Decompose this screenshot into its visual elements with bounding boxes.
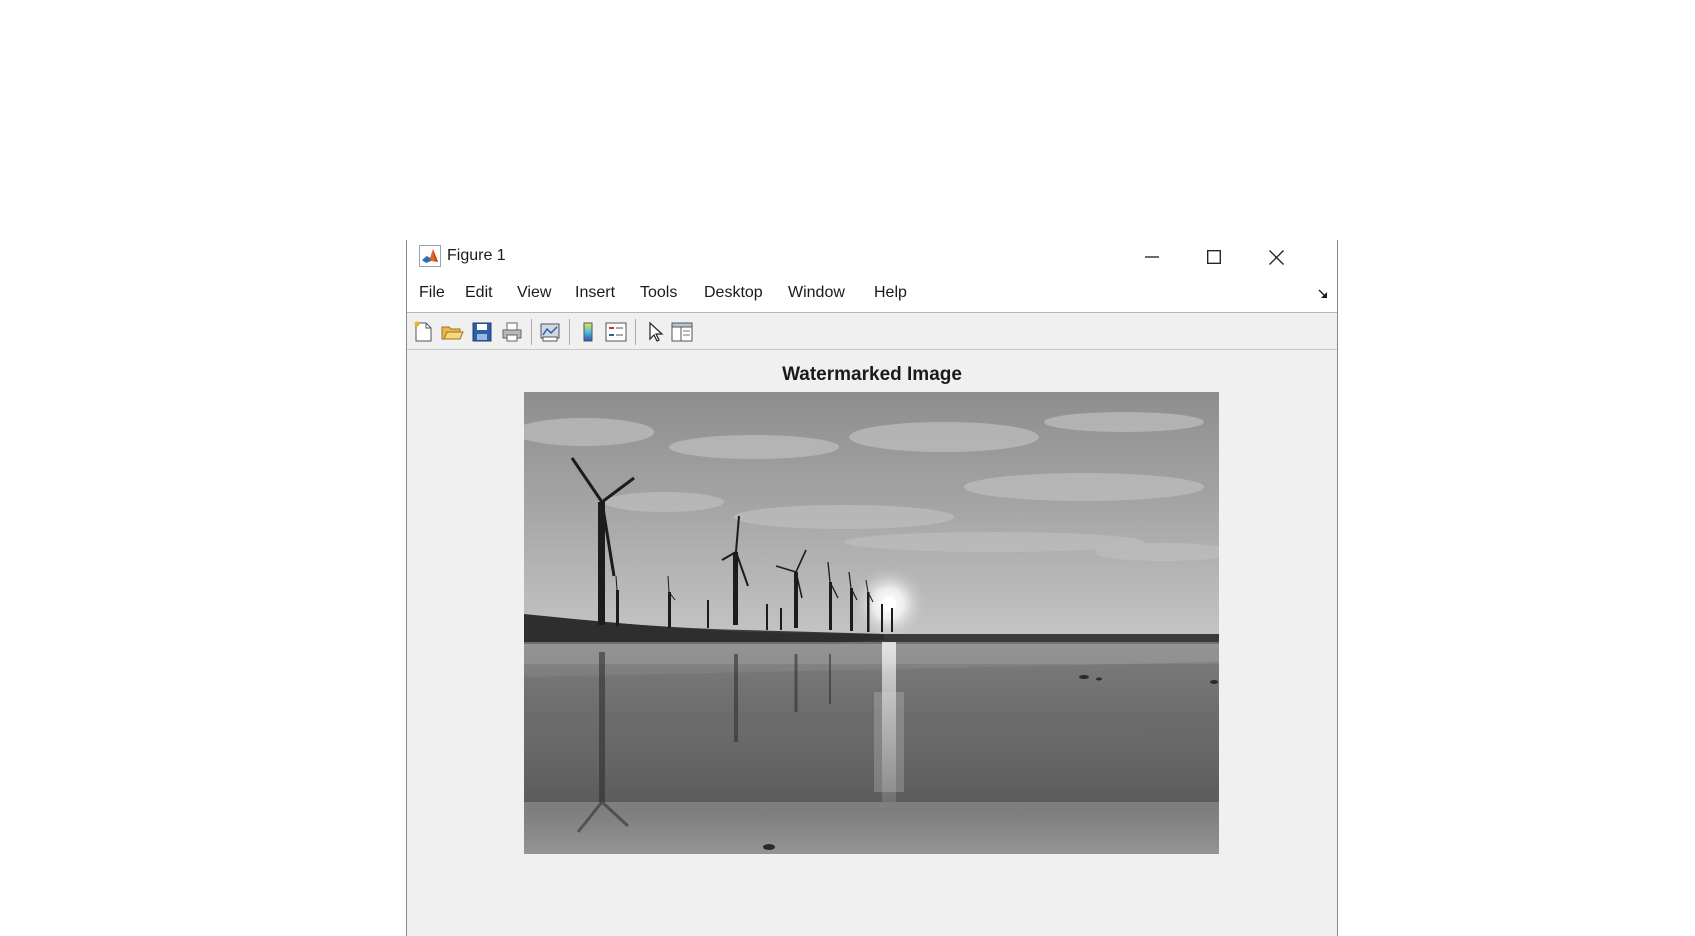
axes-title: Watermarked Image xyxy=(782,364,962,385)
menu-window[interactable]: Window xyxy=(788,284,845,302)
dock-figure-icon[interactable] xyxy=(1317,288,1329,300)
new-figure-icon[interactable] xyxy=(411,320,435,344)
menu-edit[interactable]: Edit xyxy=(465,284,493,302)
title-bar[interactable]: Figure 1 xyxy=(407,240,1337,276)
menu-insert[interactable]: Insert xyxy=(575,284,615,302)
property-inspector-icon[interactable] xyxy=(670,320,694,344)
menu-desktop[interactable]: Desktop xyxy=(704,284,763,302)
insert-colorbar-icon[interactable] xyxy=(576,320,600,344)
print-icon[interactable] xyxy=(500,320,524,344)
matlab-logo-icon xyxy=(419,245,441,267)
maximize-icon xyxy=(1207,250,1221,264)
menu-file[interactable]: File xyxy=(419,284,445,302)
menu-bar: File Edit View Insert Tools Desktop Wind… xyxy=(407,276,1337,313)
open-file-icon[interactable] xyxy=(440,320,464,344)
toolbar-separator xyxy=(569,319,570,345)
menu-help[interactable]: Help xyxy=(874,284,907,302)
watermarked-image[interactable] xyxy=(524,392,1219,854)
wind-farm-photo xyxy=(524,392,1219,854)
save-icon[interactable] xyxy=(470,320,494,344)
menu-view[interactable]: View xyxy=(517,284,551,302)
link-plot-icon[interactable] xyxy=(538,320,562,344)
minimize-icon xyxy=(1145,256,1159,258)
toolbar-separator xyxy=(531,319,532,345)
close-button[interactable] xyxy=(1246,240,1306,274)
maximize-button[interactable] xyxy=(1184,240,1244,274)
toolbar-separator xyxy=(635,319,636,345)
figure-window: Figure 1 File Edit View Insert Tools Des… xyxy=(406,240,1338,936)
insert-legend-icon[interactable] xyxy=(604,320,628,344)
window-title: Figure 1 xyxy=(447,247,506,264)
figure-canvas[interactable]: Watermarked Image xyxy=(407,350,1337,936)
close-icon xyxy=(1268,249,1284,265)
menu-tools[interactable]: Tools xyxy=(640,284,677,302)
figure-toolbar xyxy=(407,313,1337,350)
minimize-button[interactable] xyxy=(1122,240,1182,274)
edit-plot-arrow-icon[interactable] xyxy=(643,320,667,344)
